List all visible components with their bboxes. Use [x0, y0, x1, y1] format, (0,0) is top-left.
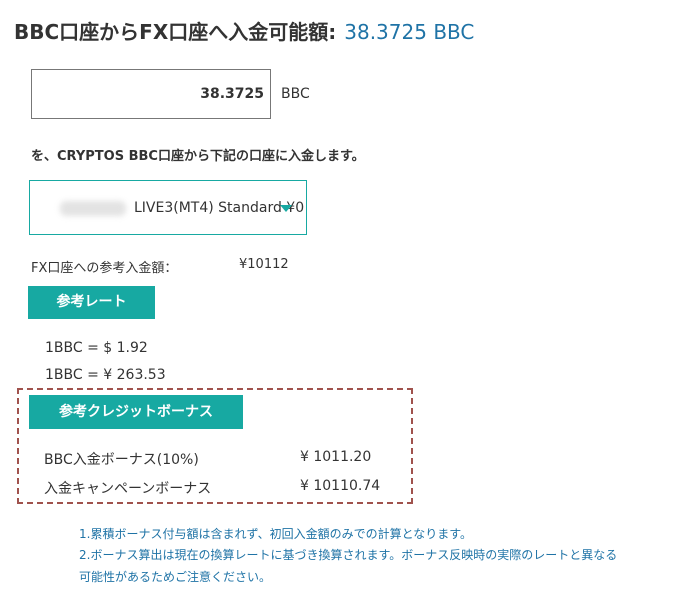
account-select[interactable]: LIVE3(MT4) Standard ¥0: [29, 180, 307, 235]
reference-rate-button[interactable]: 参考レート: [28, 286, 155, 319]
bonus-row: 入金キャンペーンボーナス ¥ 10110.74: [44, 478, 380, 498]
reference-amount-value: ¥10112: [239, 257, 289, 272]
bonus-label: BBC入金ボーナス(10%): [44, 452, 199, 468]
note-line: 1.累積ボーナス付与額は含まれず、初回入金額のみでの計算となります。: [79, 527, 473, 541]
bonus-row: BBC入金ボーナス(10%) ¥ 1011.20: [44, 449, 371, 469]
rate-usd: 1BBC = $ 1.92: [45, 340, 148, 356]
bonus-value: ¥ 10110.74: [300, 478, 381, 494]
note-line: 可能性があるためご注意ください。: [79, 570, 272, 584]
rate-jpy: 1BBC = ¥ 263.53: [45, 367, 166, 383]
title-label: BBC口座からFX口座へ入金可能額:: [14, 20, 337, 44]
redacted-account-id: [60, 201, 126, 216]
available-amount: 38.3725 BBC: [344, 20, 475, 44]
page-title: BBC口座からFX口座へ入金可能額: 38.3725 BBC: [14, 16, 474, 45]
note-line: 2.ボーナス算出は現在の換算レートに基づき換算されます。ボーナス反映時の実際のレ…: [79, 548, 618, 562]
account-select-value: LIVE3(MT4) Standard ¥0: [134, 200, 305, 216]
reference-amount-label: FX口座への参考入金額：: [31, 261, 178, 276]
bonus-label: 入金キャンペーンボーナス: [44, 481, 212, 497]
deposit-unit-label: BBC: [281, 86, 310, 102]
deposit-instruction: を、CRYPTOS BBC口座から下記の口座に入金します。: [31, 149, 365, 164]
chevron-down-icon[interactable]: [280, 205, 292, 212]
deposit-amount-input[interactable]: [31, 69, 271, 119]
credit-bonus-button[interactable]: 参考クレジットボーナス: [29, 395, 243, 429]
bonus-value: ¥ 1011.20: [300, 449, 372, 465]
reference-amount-row: FX口座への参考入金額： ¥10112: [31, 257, 289, 276]
